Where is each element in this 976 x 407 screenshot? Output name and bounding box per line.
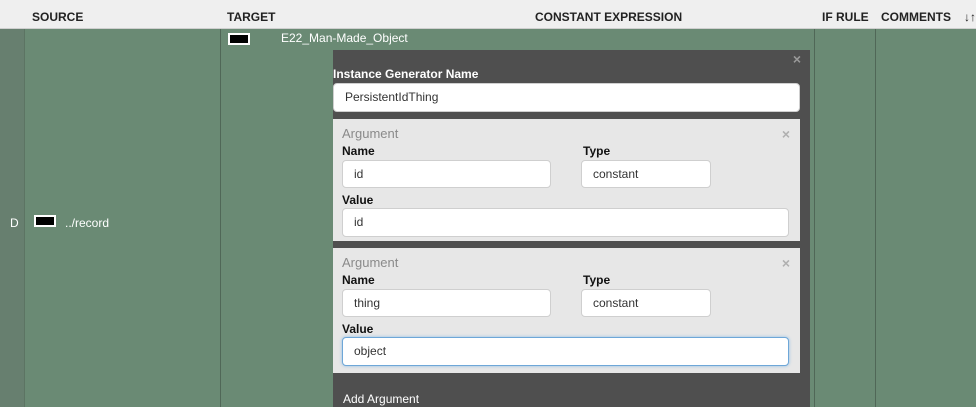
argument-header: Argument (342, 255, 399, 270)
sort-icon[interactable]: ↓↑ (964, 0, 976, 28)
argument-value-input[interactable]: object (342, 337, 789, 366)
column-header-comments[interactable]: COMMENTS (881, 0, 951, 28)
comments-column (876, 29, 976, 407)
source-node-box-icon[interactable] (34, 215, 56, 227)
column-header-target[interactable]: TARGET (227, 0, 275, 28)
type-label: Type (583, 144, 611, 158)
row-type-letter: D (10, 216, 19, 230)
argument-value-input[interactable]: id (342, 208, 789, 237)
column-header-if-rule[interactable]: IF RULE (822, 0, 869, 28)
target-class-label[interactable]: E22_Man-Made_Object (281, 31, 408, 45)
if-rule-column (815, 29, 876, 407)
value-label: Value (342, 322, 374, 336)
instance-generator-dialog: × Instance Generator Name PersistentIdTh… (333, 50, 810, 407)
argument-panel: Argument × Name Type id constant Value i… (333, 119, 800, 241)
add-argument-button[interactable]: Add Argument (343, 392, 419, 406)
argument-type-input[interactable]: constant (581, 160, 711, 188)
remove-argument-icon[interactable]: × (782, 256, 790, 270)
dialog-title: Instance Generator Name (333, 67, 479, 81)
value-label: Value (342, 193, 374, 207)
mapping-table-header: SOURCE TARGET CONSTANT EXPRESSION IF RUL… (0, 0, 976, 29)
name-label: Name (342, 273, 375, 287)
source-path[interactable]: ../record (65, 216, 109, 230)
column-header-constant-expression[interactable]: CONSTANT EXPRESSION (535, 0, 682, 28)
close-dialog-icon[interactable]: × (793, 52, 801, 66)
argument-header: Argument (342, 126, 399, 141)
column-header-source[interactable]: SOURCE (32, 0, 83, 28)
argument-name-input[interactable]: id (342, 160, 551, 188)
argument-type-input[interactable]: constant (581, 289, 711, 317)
type-label: Type (583, 273, 611, 287)
argument-name-input[interactable]: thing (342, 289, 551, 317)
generator-name-input[interactable]: PersistentIdThing (333, 83, 800, 112)
remove-argument-icon[interactable]: × (782, 127, 790, 141)
name-label: Name (342, 144, 375, 158)
target-node-box-icon[interactable] (228, 33, 250, 45)
argument-panel: Argument × Name Type thing constant Valu… (333, 248, 800, 373)
